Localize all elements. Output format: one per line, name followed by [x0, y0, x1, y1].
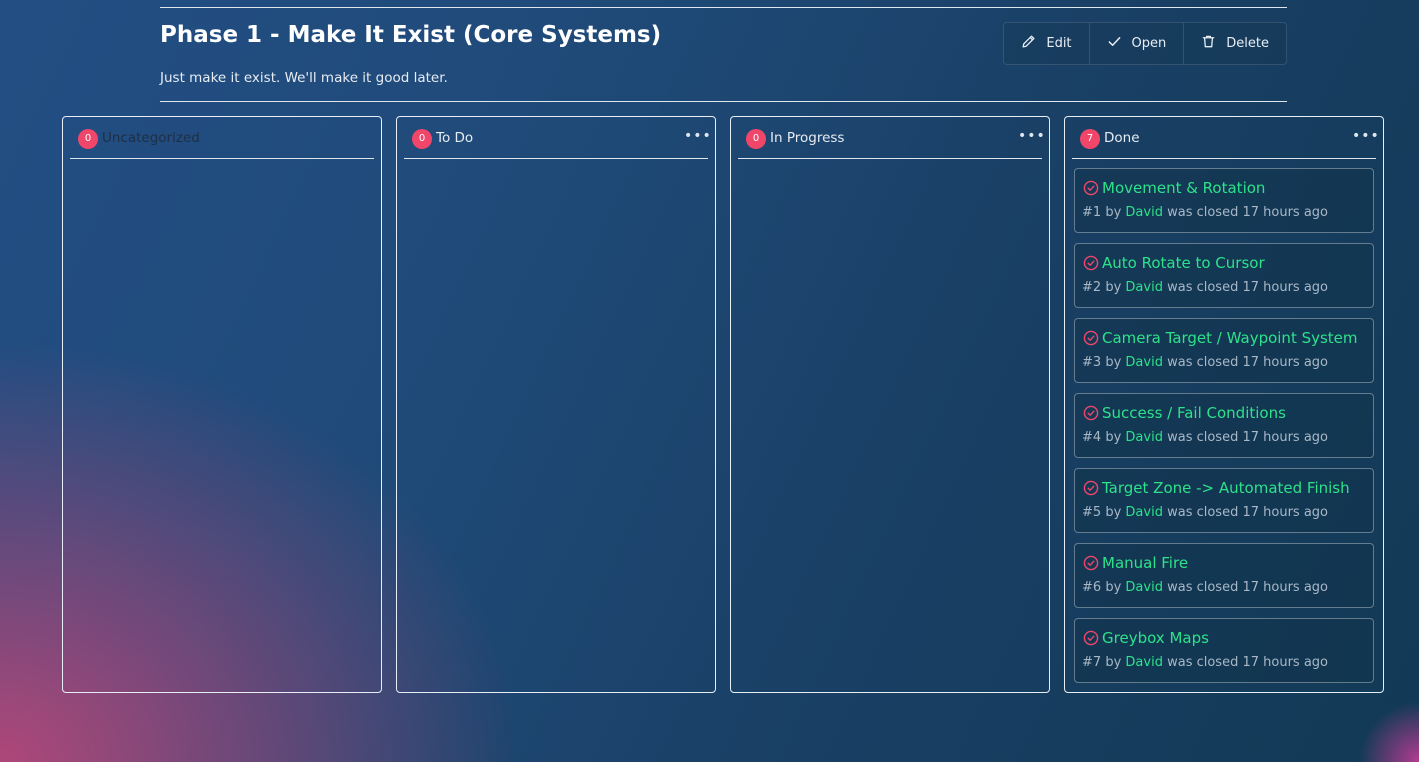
count-badge: 0 — [78, 129, 98, 149]
trash-icon — [1201, 34, 1216, 53]
issue-number: #3 — [1082, 355, 1102, 370]
issue-card[interactable]: Greybox Maps #7 by David was closed 17 h… — [1074, 618, 1374, 683]
closed-issue-icon — [1083, 180, 1099, 196]
issue-meta: #7 by David was closed 17 hours ago — [1082, 655, 1328, 670]
closed-issue-icon — [1083, 480, 1099, 496]
issue-status: was closed 17 hours ago — [1167, 655, 1328, 670]
issue-author-link[interactable]: David — [1125, 355, 1163, 370]
action-group: Edit Open Delete — [1003, 22, 1287, 65]
count-badge: 0 — [412, 129, 432, 149]
edit-label: Edit — [1046, 36, 1072, 51]
column-done: 7 Done ••• Movement & Rotation #1 by Dav… — [1064, 116, 1384, 693]
issue-meta: #3 by David was closed 17 hours ago — [1082, 355, 1328, 370]
issue-card[interactable]: Auto Rotate to Cursor #2 by David was cl… — [1074, 243, 1374, 308]
issue-by: by — [1105, 655, 1122, 670]
issue-title[interactable]: Auto Rotate to Cursor — [1102, 254, 1265, 272]
issue-number: #1 — [1082, 205, 1102, 220]
issue-author-link[interactable]: David — [1125, 205, 1163, 220]
issue-card[interactable]: Movement & Rotation #1 by David was clos… — [1074, 168, 1374, 233]
closed-issue-icon — [1083, 255, 1099, 271]
bottom-divider — [160, 101, 1287, 102]
closed-issue-icon — [1083, 555, 1099, 571]
page-title: Phase 1 - Make It Exist (Core Systems) — [160, 22, 662, 48]
issue-status: was closed 17 hours ago — [1167, 205, 1328, 220]
issue-title[interactable]: Camera Target / Waypoint System — [1102, 329, 1358, 347]
issue-title[interactable]: Greybox Maps — [1102, 629, 1209, 647]
issue-meta: #6 by David was closed 17 hours ago — [1082, 580, 1328, 595]
issue-title[interactable]: Manual Fire — [1102, 554, 1188, 572]
page-description: Just make it exist. We'll make it good l… — [160, 70, 448, 86]
more-options-icon[interactable]: ••• — [684, 127, 711, 147]
issue-number: #4 — [1082, 430, 1102, 445]
issue-title[interactable]: Success / Fail Conditions — [1102, 404, 1286, 422]
closed-issue-icon — [1083, 405, 1099, 421]
issue-card[interactable]: Manual Fire #6 by David was closed 17 ho… — [1074, 543, 1374, 608]
open-label: Open — [1131, 36, 1167, 51]
kanban-board: 0 Uncategorized 0 To Do ••• 0 In Progres… — [62, 116, 1384, 693]
issue-author-link[interactable]: David — [1125, 580, 1163, 595]
column-to-do: 0 To Do ••• — [396, 116, 716, 693]
issue-number: #7 — [1082, 655, 1102, 670]
issue-author-link[interactable]: David — [1125, 280, 1163, 295]
column-header: 7 Done ••• — [1072, 117, 1379, 159]
issue-author-link[interactable]: David — [1125, 430, 1163, 445]
issue-by: by — [1105, 355, 1122, 370]
column-header: 0 In Progress ••• — [738, 117, 1045, 159]
column-header: 0 Uncategorized — [70, 117, 374, 159]
column-title: Uncategorized — [102, 130, 200, 146]
more-options-icon[interactable]: ••• — [1352, 127, 1379, 147]
issue-title[interactable]: Target Zone -> Automated Finish — [1102, 479, 1350, 497]
pencil-icon — [1021, 34, 1036, 53]
issue-meta: #4 by David was closed 17 hours ago — [1082, 430, 1328, 445]
issue-author-link[interactable]: David — [1125, 505, 1163, 520]
more-options-icon[interactable]: ••• — [1018, 127, 1045, 147]
issue-card[interactable]: Camera Target / Waypoint System #3 by Da… — [1074, 318, 1374, 383]
count-badge: 0 — [746, 129, 766, 149]
issue-by: by — [1105, 430, 1122, 445]
edit-button[interactable]: Edit — [1004, 23, 1090, 64]
issue-author-link[interactable]: David — [1125, 655, 1163, 670]
issue-status: was closed 17 hours ago — [1167, 580, 1328, 595]
issue-by: by — [1105, 580, 1122, 595]
issue-by: by — [1105, 505, 1122, 520]
issue-by: by — [1105, 205, 1122, 220]
column-uncategorized: 0 Uncategorized — [62, 116, 382, 693]
issue-status: was closed 17 hours ago — [1167, 430, 1328, 445]
delete-button[interactable]: Delete — [1184, 23, 1286, 64]
issue-meta: #2 by David was closed 17 hours ago — [1082, 280, 1328, 295]
issue-status: was closed 17 hours ago — [1167, 280, 1328, 295]
issue-by: by — [1105, 280, 1122, 295]
issue-number: #5 — [1082, 505, 1102, 520]
closed-issue-icon — [1083, 330, 1099, 346]
project-header: Phase 1 - Make It Exist (Core Systems) J… — [160, 7, 1287, 102]
card-list: Movement & Rotation #1 by David was clos… — [1074, 168, 1374, 693]
open-button[interactable]: Open — [1090, 23, 1185, 64]
issue-card[interactable]: Success / Fail Conditions #4 by David wa… — [1074, 393, 1374, 458]
delete-label: Delete — [1226, 36, 1269, 51]
column-in-progress: 0 In Progress ••• — [730, 116, 1050, 693]
issue-title[interactable]: Movement & Rotation — [1102, 179, 1265, 197]
issue-number: #6 — [1082, 580, 1102, 595]
column-header: 0 To Do ••• — [404, 117, 711, 159]
check-icon — [1107, 34, 1122, 53]
issue-status: was closed 17 hours ago — [1167, 505, 1328, 520]
issue-meta: #1 by David was closed 17 hours ago — [1082, 205, 1328, 220]
issue-number: #2 — [1082, 280, 1102, 295]
column-title: Done — [1104, 130, 1140, 146]
count-badge: 7 — [1080, 129, 1100, 149]
issue-meta: #5 by David was closed 17 hours ago — [1082, 505, 1328, 520]
closed-issue-icon — [1083, 630, 1099, 646]
header-bar: Phase 1 - Make It Exist (Core Systems) J… — [160, 8, 1287, 101]
issue-status: was closed 17 hours ago — [1167, 355, 1328, 370]
column-title: In Progress — [770, 130, 845, 146]
issue-card[interactable]: Target Zone -> Automated Finish #5 by Da… — [1074, 468, 1374, 533]
column-title: To Do — [436, 130, 474, 146]
